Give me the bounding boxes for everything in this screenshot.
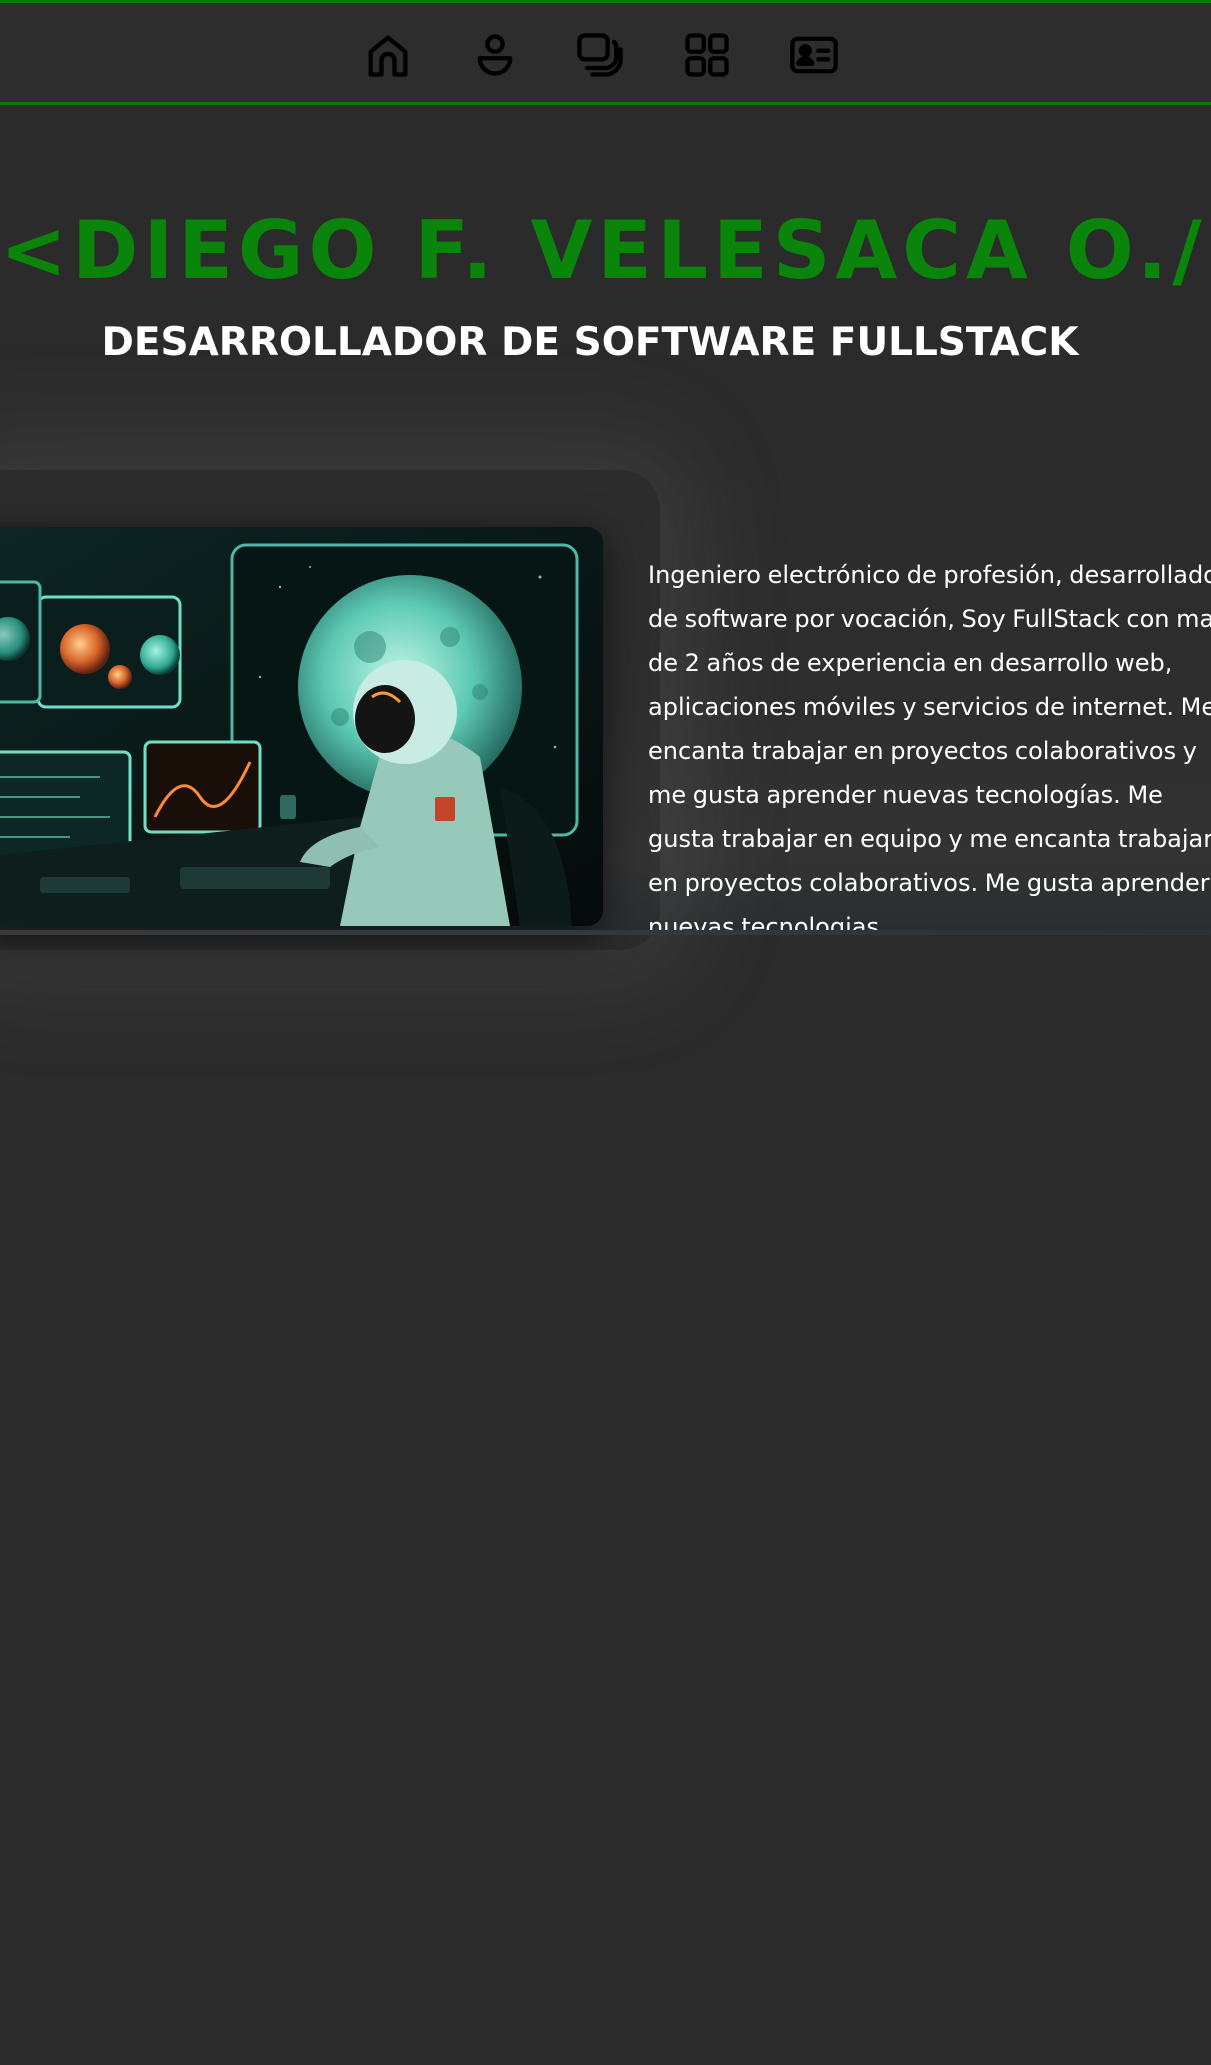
home-icon	[368, 35, 408, 77]
nav-portfolio[interactable]	[679, 27, 735, 83]
stack-icon	[577, 33, 623, 77]
hero-role: DESARROLLADOR DE SOFTWARE FULLSTACK	[101, 320, 1079, 365]
section-divider	[0, 930, 1211, 935]
nav-contact[interactable]	[786, 27, 842, 83]
grid-icon	[685, 33, 729, 77]
nav-home[interactable]	[360, 27, 416, 83]
nav-projects[interactable]	[572, 27, 628, 83]
page: <DIEGO F. VELESACA O./> DESARROLLADOR DE…	[0, 0, 1211, 2065]
contact-card-icon	[790, 36, 838, 74]
top-nav	[0, 0, 1211, 105]
hero-name: <DIEGO F. VELESACA O./>	[0, 204, 1211, 297]
nav-about[interactable]	[467, 27, 523, 83]
user-icon	[477, 34, 513, 76]
astronaut-workstation-illustration	[0, 527, 603, 926]
about-description: Ingeniero electrónico de profesión, desa…	[648, 561, 1211, 930]
about-image	[0, 527, 603, 926]
